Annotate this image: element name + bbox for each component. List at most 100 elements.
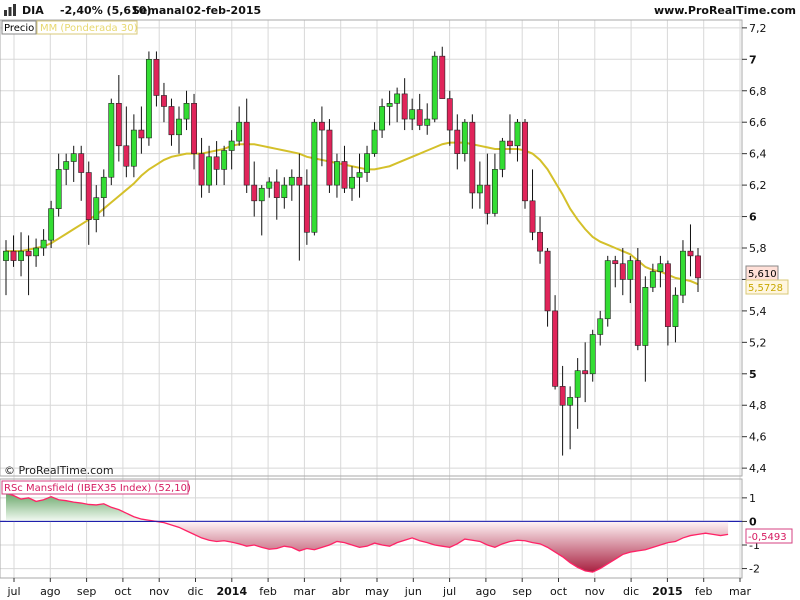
candle-up: [431, 55, 438, 120]
candle-down: [469, 121, 476, 194]
candle-up: [176, 118, 182, 136]
candle-up: [604, 260, 611, 320]
rsc-legend: RSc Mansfield (IBEX35 Index) (52,10): [4, 483, 191, 494]
rsc-last-label: -0,5493: [748, 532, 787, 543]
price-tick-label: 6,6: [749, 116, 767, 129]
candle-down: [544, 250, 551, 312]
candle-down: [10, 250, 17, 261]
x-tick-label: oct: [550, 585, 568, 598]
candle-up: [311, 121, 318, 233]
copyright-label: © ProRealTime.com: [4, 464, 114, 477]
candle-down: [612, 260, 619, 265]
price-tick-label: 5,4: [749, 305, 767, 318]
candle-up: [461, 121, 468, 154]
ma-legend: MM (Ponderada 30): [40, 23, 138, 34]
price-tick-label: 5,8: [749, 242, 767, 255]
price-tick-label: 4,8: [749, 399, 767, 412]
x-tick-label: oct: [114, 585, 132, 598]
price-tick-label: 7: [749, 53, 757, 66]
candle-down: [318, 121, 325, 131]
candle-down: [213, 156, 220, 170]
candle-down: [537, 231, 543, 252]
price-tick-label: 4,6: [749, 431, 767, 444]
candle-up: [145, 59, 152, 139]
price-tick-label: 5: [749, 368, 757, 381]
candle-down: [695, 255, 701, 279]
candle-up: [514, 121, 521, 147]
candle-up: [424, 118, 431, 126]
candle-down: [191, 103, 197, 154]
candle-up: [130, 129, 137, 167]
candle-up: [649, 271, 656, 288]
candle-down: [559, 386, 566, 406]
candle-up: [394, 93, 401, 104]
candle-up: [476, 184, 483, 194]
candle-up: [48, 208, 55, 241]
x-tick-label: feb: [695, 585, 713, 598]
candle-down: [251, 184, 258, 202]
candle-up: [266, 181, 273, 189]
candle-up: [574, 370, 581, 398]
candle-down: [552, 310, 559, 387]
candle-up: [228, 140, 235, 151]
chart-canvas: 7,276,86,66,46,265,85,65,45,254,84,64,4 …: [0, 19, 793, 598]
x-tick-label: sep: [512, 585, 531, 598]
candle-up: [288, 176, 295, 186]
x-tick-label: dic: [187, 585, 203, 598]
chart-window: DIA -2,40% (5,610) Semanal 02-feb-2015 w…: [0, 0, 800, 600]
precio-legend: Precio: [4, 23, 34, 34]
x-tick-label: abr: [332, 585, 351, 598]
candle-up: [100, 176, 107, 198]
candles-group: [3, 46, 701, 456]
candle-down: [522, 121, 528, 202]
x-tick-label: mar: [729, 585, 751, 598]
candle-up: [183, 103, 190, 120]
price-tick-label: 5,2: [749, 336, 767, 349]
candle-up: [672, 294, 679, 327]
candle-down: [138, 129, 145, 139]
candle-down: [115, 103, 122, 147]
x-tick-label: 2015: [652, 585, 683, 598]
candle-up: [364, 153, 370, 173]
candle-up: [3, 250, 9, 261]
price-tick-label: 6,2: [749, 179, 767, 192]
candle-down: [273, 181, 280, 198]
candle-up: [33, 247, 40, 257]
candle-up: [642, 287, 649, 346]
rsc-tick-label: 1: [749, 492, 756, 505]
candle-up: [206, 156, 213, 186]
candle-up: [371, 129, 378, 154]
candle-up: [70, 153, 77, 162]
x-axis: jul ago sep oct nov dic 2014 feb mar abr may jun jul…: [6, 578, 751, 598]
candle-down: [634, 260, 641, 346]
last-price-label: 5,610: [748, 269, 777, 280]
candle-up: [379, 106, 386, 131]
candle-up: [589, 334, 596, 375]
price-tick-label: 6,4: [749, 148, 767, 161]
x-tick-label: ago: [40, 585, 61, 598]
candle-down: [161, 95, 167, 107]
candle-up: [108, 103, 115, 178]
candle-down: [296, 176, 303, 186]
candle-down: [484, 184, 491, 214]
candle-down: [78, 153, 85, 173]
x-tick-label: 2014: [216, 585, 247, 598]
candle-down: [529, 200, 536, 233]
candle-down: [85, 172, 92, 220]
candle-up: [18, 250, 24, 261]
candle-up: [409, 109, 416, 120]
x-tick-label: sep: [77, 585, 96, 598]
candle-down: [168, 106, 175, 136]
candle-up: [499, 140, 506, 170]
candle-up: [236, 121, 243, 142]
candle-up: [258, 187, 265, 202]
candle-up: [491, 169, 498, 214]
last-ma-label: 5,5728: [748, 283, 783, 294]
candle-down: [123, 145, 130, 167]
x-tick-label: feb: [259, 585, 277, 598]
price-y-axis: 7,276,86,66,46,265,85,65,45,254,84,64,4: [742, 22, 767, 475]
candle-up: [93, 197, 100, 220]
candle-up: [597, 318, 604, 335]
x-tick-label: ago: [476, 585, 497, 598]
candle-down: [326, 129, 333, 186]
